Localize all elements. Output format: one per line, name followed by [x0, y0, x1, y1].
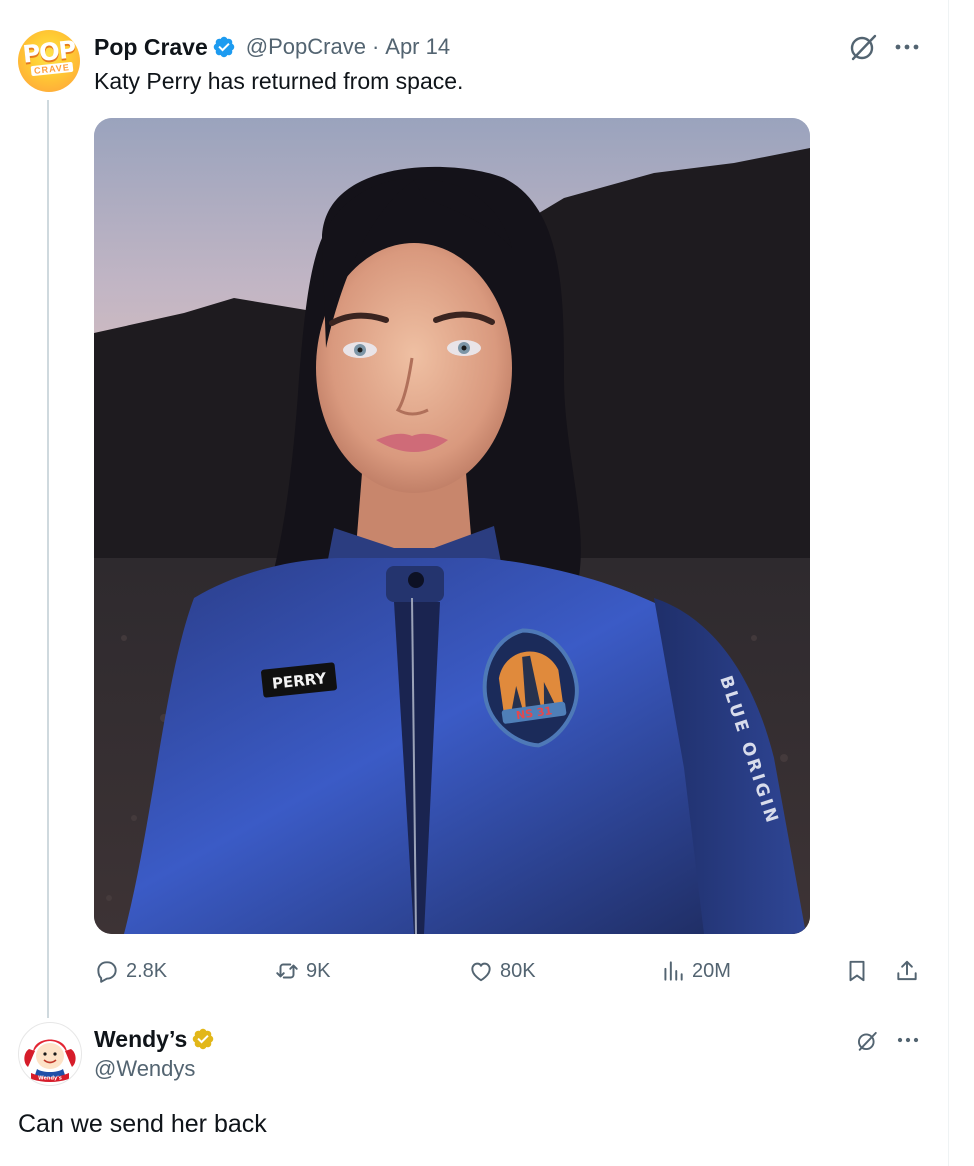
thread-line: [47, 100, 49, 1018]
bookmark-icon: [849, 960, 865, 982]
share-button[interactable]: [894, 954, 926, 988]
post-header: Pop Crave @PopCrave · Apr 14: [94, 32, 450, 62]
post-text: Katy Perry has returned from space.: [94, 68, 464, 94]
post-actions: 2.8K 9K 80K 20M: [94, 954, 924, 988]
like-button[interactable]: 80K: [468, 954, 536, 988]
wendys-avatar[interactable]: Wendy's: [18, 1022, 82, 1086]
post-date[interactable]: Apr 14: [385, 34, 450, 60]
post-image[interactable]: PERRY NS 31 BLUE ORIGIN: [94, 118, 810, 934]
views-button[interactable]: 20M: [660, 954, 731, 988]
reply-button[interactable]: 2.8K: [94, 954, 167, 988]
post-text: Can we send her back: [18, 1110, 267, 1138]
views-icon: [664, 961, 683, 981]
repost-icon: [276, 963, 298, 979]
reply-icon: [97, 961, 117, 983]
like-count: 80K: [500, 959, 536, 982]
post-header: Wendy’s: [94, 1024, 215, 1054]
verified-badge-icon[interactable]: [212, 35, 236, 59]
reply-count: 2.8K: [126, 959, 168, 982]
grok-icon[interactable]: [856, 1030, 878, 1052]
wendys-logo: Wendy's: [20, 1024, 80, 1084]
wendys-logo-text: Wendy's: [38, 1076, 62, 1082]
repost-button[interactable]: 9K: [274, 954, 330, 988]
handle[interactable]: @Wendys: [94, 1056, 195, 1082]
more-icon[interactable]: [894, 1032, 922, 1048]
share-icon: [897, 960, 917, 981]
heart-icon: [471, 962, 491, 982]
post-image-illustration: PERRY NS 31 BLUE ORIGIN: [94, 118, 810, 934]
view-count: 20M: [692, 959, 731, 982]
bookmark-button[interactable]: [844, 954, 876, 988]
repost-count: 9K: [306, 959, 331, 982]
grok-icon[interactable]: [848, 32, 878, 62]
timeline-border: [948, 0, 949, 1166]
handle[interactable]: @PopCrave: [246, 34, 366, 60]
more-icon[interactable]: [892, 38, 922, 56]
verified-badge-icon[interactable]: [191, 1027, 215, 1051]
display-name[interactable]: Pop Crave: [94, 34, 208, 61]
separator: ·: [371, 34, 380, 59]
popcrave-avatar[interactable]: POP CRAVE: [18, 30, 80, 92]
display-name[interactable]: Wendy’s: [94, 1026, 187, 1053]
